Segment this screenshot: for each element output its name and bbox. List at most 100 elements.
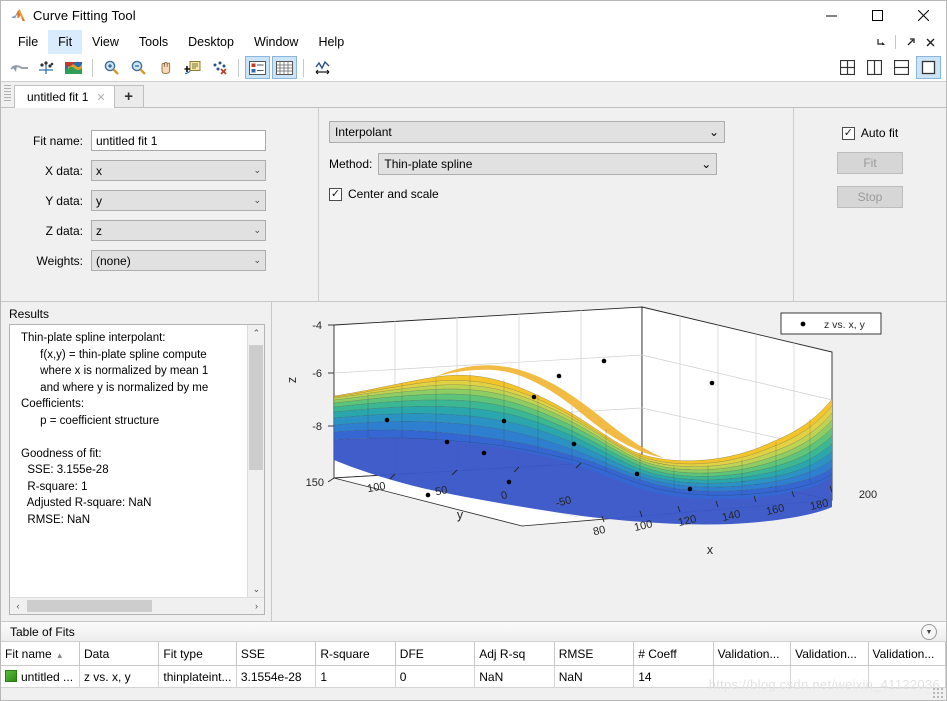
column-header-validation-1[interactable]: Validation... <box>713 642 792 666</box>
stop-button[interactable]: Stop <box>837 186 903 208</box>
table-of-fits[interactable]: Fit name ▲ Data Fit type SSE R-square DFE… <box>1 642 946 688</box>
vscroll-track[interactable] <box>248 341 264 581</box>
column-header-r-square[interactable]: R-square <box>315 642 396 666</box>
plot-legend[interactable]: z vs. x, y <box>781 312 882 335</box>
hscroll-thumb[interactable] <box>27 600 152 612</box>
scroll-down-icon[interactable]: ⌄ <box>248 581 264 597</box>
column-header-data[interactable]: Data <box>79 642 160 666</box>
collapse-icon[interactable]: ▼ <box>921 624 937 640</box>
center-and-scale-label: Center and scale <box>348 187 439 201</box>
column-header-validation-3[interactable]: Validation... <box>868 642 946 666</box>
column-header-fit-type[interactable]: Fit type <box>158 642 237 666</box>
show-legend-icon[interactable] <box>245 56 270 79</box>
cell-dfe[interactable]: 0 <box>395 665 476 688</box>
window-title: Curve Fitting Tool <box>33 8 136 23</box>
sort-ascending-icon: ▲ <box>55 650 64 660</box>
close-panel-icon[interactable] <box>920 31 940 53</box>
cell-validation-3[interactable] <box>868 665 946 688</box>
table-row[interactable]: untitled ... z vs. x, y thinplateint... … <box>1 665 946 688</box>
center-and-scale-checkbox[interactable]: ✓ <box>329 187 342 201</box>
data-points-icon[interactable] <box>34 56 59 79</box>
exclude-outliers-icon[interactable] <box>207 56 232 79</box>
layout-single-icon[interactable] <box>916 56 941 79</box>
show-grid-icon[interactable] <box>272 56 297 79</box>
z-data-select[interactable]: z ⌄ <box>91 220 266 241</box>
scroll-right-icon[interactable]: › <box>248 598 264 614</box>
undock-icon[interactable] <box>871 31 891 53</box>
menu-window[interactable]: Window <box>244 30 308 54</box>
surface-plot-icon[interactable] <box>61 56 86 79</box>
layout-quad-icon[interactable] <box>835 56 860 79</box>
method-select[interactable]: Thin-plate spline ⌄ <box>378 153 718 175</box>
column-header-rmse[interactable]: RMSE <box>554 642 635 666</box>
column-header-validation-2[interactable]: Validation... <box>790 642 869 666</box>
y-data-select[interactable]: y ⌄ <box>91 190 266 211</box>
popout-icon[interactable] <box>900 31 920 53</box>
results-vertical-scrollbar[interactable]: ⌃ ⌄ <box>247 325 265 597</box>
auto-fit-row[interactable]: ✓ Auto fit <box>841 126 898 140</box>
cell-fit-type[interactable]: thinplateint... <box>158 665 237 688</box>
center-and-scale-row[interactable]: ✓ Center and scale <box>329 187 793 201</box>
menu-fit[interactable]: Fit <box>48 30 83 54</box>
tab-label: untitled fit 1 <box>27 90 89 104</box>
cell-fit-name[interactable]: untitled ... <box>1 665 80 688</box>
surface-plot-panel[interactable]: -4 -6 -8 z 150 100 50 0 -50 y 80 100 120… <box>272 302 946 621</box>
menu-help[interactable]: Help <box>308 30 354 54</box>
scroll-left-icon[interactable]: ‹ <box>10 598 26 614</box>
tab-bar: untitled fit 1 ✕ + <box>1 82 946 108</box>
legend-marker-icon <box>801 321 806 327</box>
table-of-fits-panel: Table of Fits ▼ Fit name ▲ Data Fit type … <box>1 621 946 700</box>
menu-view[interactable]: View <box>82 30 129 54</box>
vscroll-thumb[interactable] <box>249 345 264 470</box>
axes-limits-icon[interactable] <box>310 56 335 79</box>
table-header-row: Fit name ▲ Data Fit type SSE R-square DFE… <box>1 642 946 666</box>
x-data-select[interactable]: x ⌄ <box>91 160 266 181</box>
data-cursor-icon[interactable] <box>180 56 205 79</box>
column-header-adj-r-sq[interactable]: Adj R-sq <box>474 642 555 666</box>
column-header-sse[interactable]: SSE <box>236 642 317 666</box>
tab-close-icon[interactable]: ✕ <box>96 91 105 104</box>
column-header-dfe[interactable]: DFE <box>395 642 476 666</box>
y-data-value: y <box>96 193 102 208</box>
results-horizontal-scrollbar[interactable]: ‹ › <box>10 597 265 614</box>
toolbar <box>1 54 946 82</box>
fit-curve-icon[interactable] <box>7 56 32 79</box>
fit-button[interactable]: Fit <box>837 152 903 174</box>
weights-select[interactable]: (none) ⌄ <box>91 250 266 271</box>
minimize-button[interactable] <box>808 1 854 30</box>
fit-name-input[interactable]: untitled fit 1 <box>91 130 266 151</box>
x-data-value: x <box>96 163 102 178</box>
tab-untitled-fit-1[interactable]: untitled fit 1 ✕ <box>14 85 115 108</box>
column-header-num-coeff[interactable]: # Coeff <box>633 642 714 666</box>
fit-type-select[interactable]: Interpolant ⌄ <box>329 121 725 143</box>
hscroll-track[interactable] <box>26 598 248 614</box>
cell-validation-2[interactable] <box>790 665 869 688</box>
zoom-in-icon[interactable] <box>99 56 124 79</box>
x-axis-label: x <box>707 543 714 557</box>
menu-file[interactable]: File <box>8 30 48 54</box>
z-data-value: z <box>96 223 102 238</box>
results-box: Thin-plate spline interpolant: f(x,y) = … <box>9 324 266 615</box>
column-header-fit-name[interactable]: Fit name ▲ <box>1 642 80 666</box>
cell-rmse[interactable]: NaN <box>554 665 635 688</box>
cell-r-square[interactable]: 1 <box>315 665 396 688</box>
weights-label: Weights: <box>36 253 83 268</box>
cell-sse[interactable]: 3.1554e-28 <box>236 665 317 688</box>
scroll-up-icon[interactable]: ⌃ <box>248 325 264 341</box>
layout-vertical-icon[interactable] <box>862 56 887 79</box>
cell-adj-r-sq[interactable]: NaN <box>474 665 555 688</box>
tab-grip[interactable] <box>4 84 11 103</box>
close-button[interactable] <box>900 1 946 30</box>
menu-tools[interactable]: Tools <box>129 30 178 54</box>
cell-data[interactable]: z vs. x, y <box>79 665 160 688</box>
add-fit-button[interactable]: + <box>113 85 144 107</box>
menu-desktop[interactable]: Desktop <box>178 30 244 54</box>
cell-validation-1[interactable] <box>713 665 792 688</box>
layout-horizontal-icon[interactable] <box>889 56 914 79</box>
maximize-button[interactable] <box>854 1 900 30</box>
pan-icon[interactable] <box>153 56 178 79</box>
auto-fit-checkbox[interactable]: ✓ <box>841 126 855 140</box>
zoom-out-icon[interactable] <box>126 56 151 79</box>
surface-plot[interactable]: -4 -6 -8 z 150 100 50 0 -50 y 80 100 120… <box>272 302 946 564</box>
cell-num-coeff[interactable]: 14 <box>633 665 714 688</box>
